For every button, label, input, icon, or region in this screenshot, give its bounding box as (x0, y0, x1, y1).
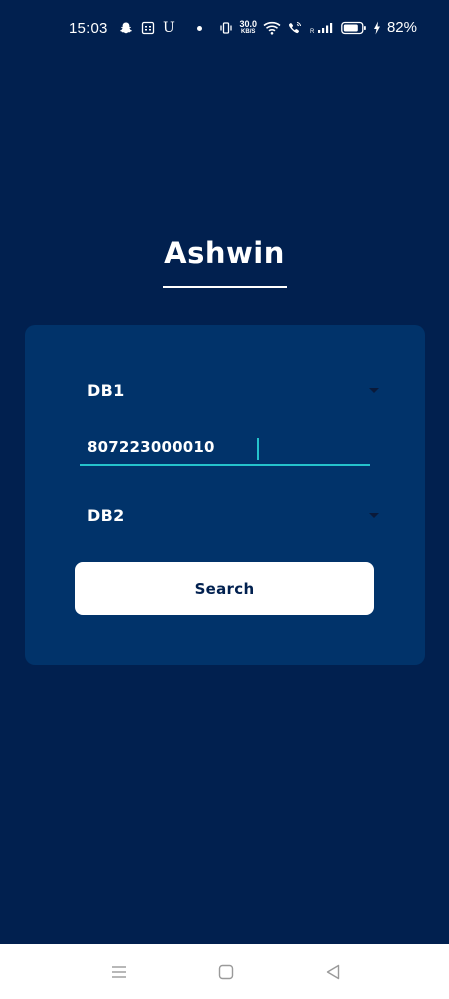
db1-dropdown-value: DB1 (87, 380, 125, 400)
battery-icon (341, 21, 367, 35)
form-card: DB1 DB2 Search (25, 325, 425, 665)
wifi-icon (263, 21, 281, 35)
snapchat-icon (119, 21, 133, 35)
status-right-icons: 30.0 KB/S R 82% (219, 19, 417, 36)
signal-icon: R (309, 21, 335, 35)
battery-percent: 82% (386, 19, 417, 36)
vibrate-icon (219, 21, 233, 35)
calendar-icon (141, 21, 155, 35)
navigation-bar (0, 944, 449, 999)
u-indicator: U (163, 20, 175, 36)
network-speed-unit: KB/S (241, 28, 256, 35)
db2-dropdown-value: DB2 (87, 505, 125, 525)
app-screen: 15:03 U 30.0 KB/S R 82% Ashwin DB1 80722… (0, 0, 449, 999)
charging-icon (373, 21, 381, 35)
network-speed: 30.0 KB/S (239, 18, 257, 36)
back-icon[interactable] (321, 962, 345, 982)
chevron-down-icon (369, 512, 379, 518)
db2-dropdown[interactable]: DB2 (87, 495, 379, 535)
notification-dot (196, 25, 202, 31)
title-underline (163, 286, 287, 288)
db1-dropdown[interactable]: DB1 (87, 370, 379, 410)
home-icon[interactable] (214, 962, 238, 982)
page-title: Ashwin (164, 236, 285, 270)
wifi-call-icon (287, 21, 303, 35)
status-time: 15:03 (69, 20, 108, 37)
number-input-field (80, 430, 370, 466)
menu-icon[interactable] (107, 962, 131, 982)
network-speed-value: 30.0 (239, 18, 257, 29)
status-bar: 15:03 U 30.0 KB/S R 82% (0, 0, 449, 60)
search-button[interactable]: Search (75, 562, 374, 615)
number-input[interactable] (80, 438, 370, 456)
signal-label: R (310, 29, 315, 35)
status-left-icons: U (119, 20, 202, 36)
text-cursor (257, 438, 259, 460)
chevron-down-icon (369, 387, 379, 393)
